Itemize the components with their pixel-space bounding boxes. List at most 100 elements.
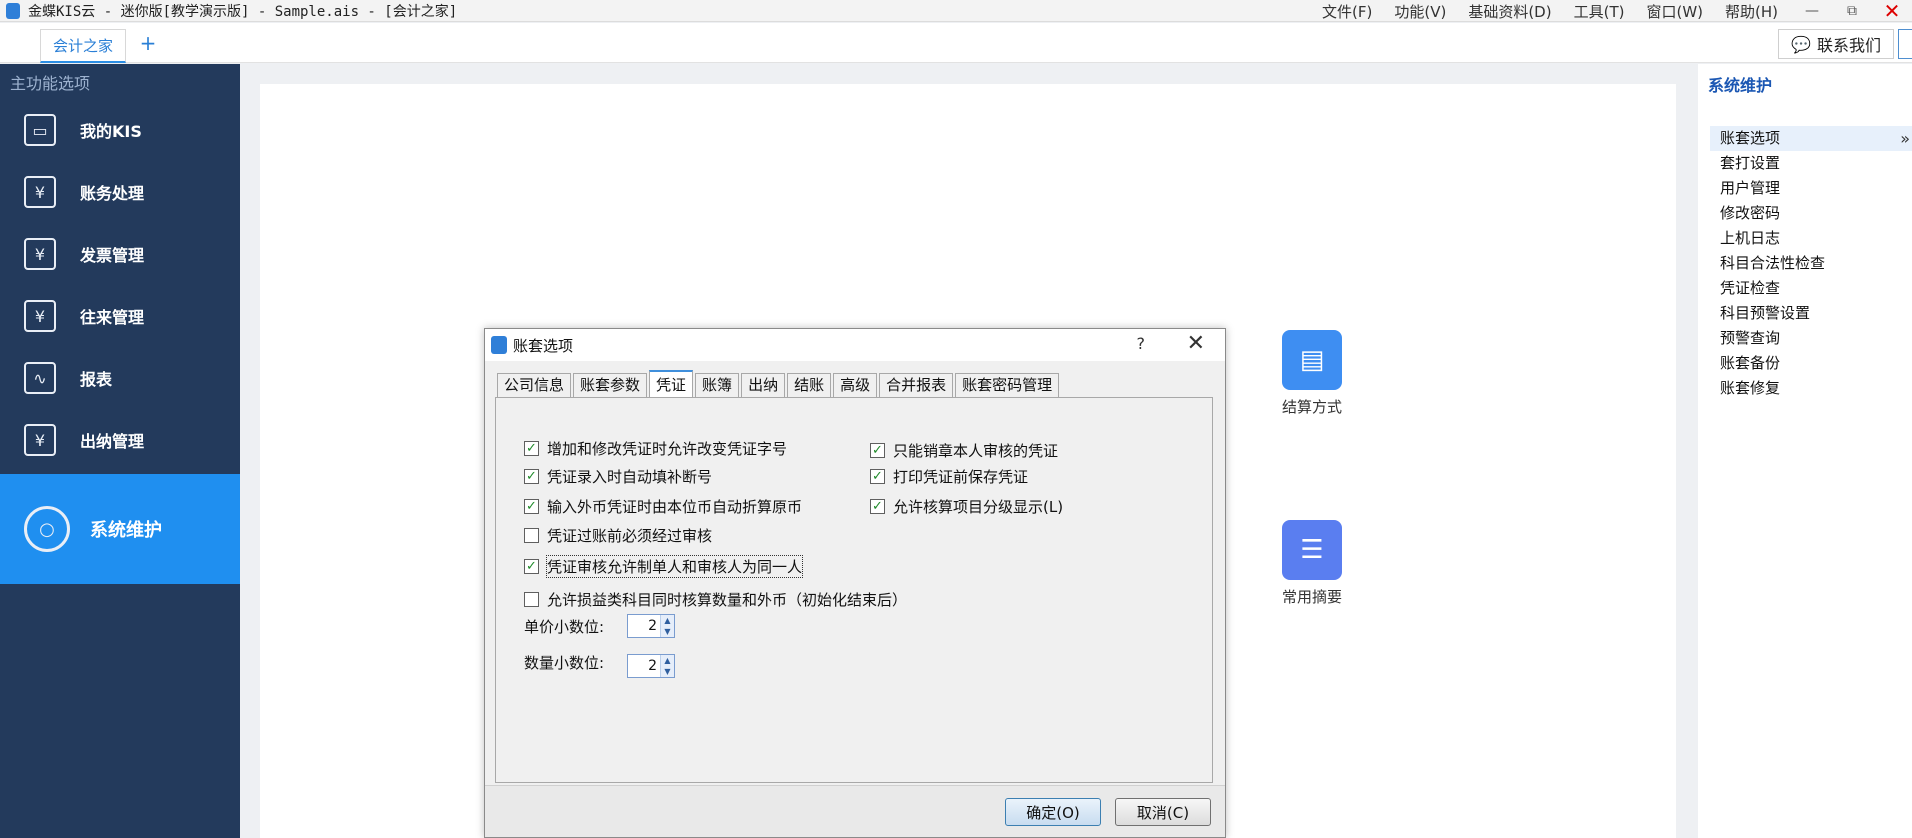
minimize-icon[interactable]: — xyxy=(1792,3,1832,19)
profit-loss-quantity-currency-checkbox[interactable]: 允许损益类科目同时核算数量和外币（初始化结束后） xyxy=(524,589,907,610)
sidebar-item-label: 报表 xyxy=(80,370,113,389)
sidebar-item-invoice[interactable]: ¥ 发票管理 xyxy=(0,224,240,284)
quantity-decimals-stepper[interactable]: 2 ▲ ▼ xyxy=(627,654,675,678)
menu-help[interactable]: 帮助(H) xyxy=(1725,1,1778,22)
tab-advanced[interactable]: 高级 xyxy=(833,373,878,397)
window-controls: — ⧉ ✕ xyxy=(1792,0,1912,23)
task-item-print-template[interactable]: 套打设置 xyxy=(1710,151,1912,176)
menu-tools[interactable]: 工具(T) xyxy=(1574,1,1625,22)
ledger-icon: ¥ xyxy=(24,176,56,208)
sidebar-item-accounting[interactable]: ¥ 账务处理 xyxy=(0,162,240,222)
menu-window[interactable]: 窗口(W) xyxy=(1646,1,1703,22)
tab-account-params[interactable]: 账套参数 xyxy=(573,373,648,397)
sidebar-item-reports[interactable]: ∿ 报表 xyxy=(0,348,240,408)
dialog-title-bar[interactable]: 账套选项 ? ✕ xyxy=(485,329,1225,361)
sidebar-item-label: 出纳管理 xyxy=(80,432,145,451)
tab-company-info[interactable]: 公司信息 xyxy=(497,373,572,397)
same-preparer-auditor-checkbox[interactable]: ✓ 凭证审核允许制单人和审核人为同一人 xyxy=(524,555,804,578)
task-item-account-repair[interactable]: 账套修复 xyxy=(1710,376,1912,401)
panel-title: 系统维护 xyxy=(1708,76,1773,95)
shortcut-label: 常用摘要 xyxy=(1281,588,1342,606)
auto-convert-currency-checkbox[interactable]: ✓ 输入外币凭证时由本位币自动折算原币 xyxy=(524,496,802,517)
shortcut-settlement-method[interactable]: ▤ 结算方式 xyxy=(1262,330,1362,417)
checkbox-box[interactable]: ✓ xyxy=(870,443,885,458)
account-options-dialog: 账套选项 ? ✕ 公司信息 账套参数 凭证 账簿 出纳 结账 高级 合并报表 账… xyxy=(484,328,1226,838)
menu-file[interactable]: 文件(F) xyxy=(1322,1,1372,22)
task-item-account-alert-settings[interactable]: 科目预警设置 xyxy=(1710,301,1912,326)
task-item-change-password[interactable]: 修改密码 xyxy=(1710,201,1912,226)
sidebar-item-system-maintenance[interactable]: ○ 系统维护 xyxy=(0,474,240,584)
tab-consolidated-report[interactable]: 合并报表 xyxy=(879,373,954,397)
shortcut-common-summary[interactable]: ☰ 常用摘要 xyxy=(1262,520,1362,607)
app-logo-icon xyxy=(491,336,507,354)
checkbox-box[interactable]: ✓ xyxy=(524,559,539,574)
sidebar-item-transactions[interactable]: ¥ 往来管理 xyxy=(0,286,240,346)
checkbox-box[interactable]: ✓ xyxy=(870,499,885,514)
restore-icon[interactable]: ⧉ xyxy=(1832,3,1872,19)
right-task-panel: 系统维护 账套选项 » 套打设置 用户管理 修改密码 上机日志 科目合法性检查 … xyxy=(1698,64,1912,838)
task-list: 账套选项 » 套打设置 用户管理 修改密码 上机日志 科目合法性检查 凭证检查 … xyxy=(1710,126,1912,401)
add-tab-icon[interactable]: + xyxy=(138,33,158,53)
panel-toggle-button[interactable] xyxy=(1898,29,1912,59)
contact-us-label: 联系我们 xyxy=(1816,36,1881,55)
task-item-operation-log[interactable]: 上机日志 xyxy=(1710,226,1912,251)
sidebar-item-label: 往来管理 xyxy=(80,308,145,327)
sidebar-item-label: 账务处理 xyxy=(80,184,145,203)
task-item-account-validity-check[interactable]: 科目合法性检查 xyxy=(1710,251,1912,276)
stepper-value: 2 xyxy=(648,658,657,674)
cancel-button[interactable]: 取消(C) xyxy=(1115,798,1211,826)
summary-icon: ☰ xyxy=(1282,520,1342,580)
menu-function[interactable]: 功能(V) xyxy=(1394,1,1446,22)
tab-closing[interactable]: 结账 xyxy=(787,373,832,397)
task-item-account-options[interactable]: 账套选项 » xyxy=(1710,126,1912,151)
menu-bar: 文件(F) 功能(V) 基础资料(D) 工具(T) 窗口(W) 帮助(H) xyxy=(1322,0,1778,22)
tab-voucher[interactable]: 凭证 xyxy=(649,370,694,397)
checkbox-box[interactable]: ✓ xyxy=(524,499,539,514)
checkbox-box[interactable]: ✓ xyxy=(870,469,885,484)
unit-price-decimals-label: 单价小数位: xyxy=(524,618,605,636)
close-window-icon[interactable]: ✕ xyxy=(1872,0,1912,23)
double-chevron-right-icon[interactable]: » xyxy=(1900,126,1910,151)
task-item-voucher-check[interactable]: 凭证检查 xyxy=(1710,276,1912,301)
title-bar: 金蝶KIS云 - 迷你版[教学演示版] - Sample.ais - [会计之家… xyxy=(0,0,1912,23)
stepper-value: 2 xyxy=(648,618,657,634)
close-icon[interactable]: ✕ xyxy=(1187,331,1205,356)
sidebar-item-label: 系统维护 xyxy=(90,520,162,541)
tab-cashier[interactable]: 出纳 xyxy=(741,373,786,397)
shortcut-label: 结算方式 xyxy=(1281,398,1342,416)
dialog-title: 账套选项 xyxy=(513,336,574,355)
report-icon: ∿ xyxy=(24,362,56,394)
require-audit-before-posting-checkbox[interactable]: 凭证过账前必须经过审核 xyxy=(524,525,712,546)
app-logo-icon xyxy=(6,2,20,19)
auto-fill-gap-checkbox[interactable]: ✓ 凭证录入时自动填补断号 xyxy=(524,466,712,487)
checkbox-box[interactable]: ✓ xyxy=(524,441,539,456)
help-icon[interactable]: ? xyxy=(1137,334,1146,353)
unit-price-decimals-stepper[interactable]: 2 ▲ ▼ xyxy=(627,614,675,638)
tab-accounting-home[interactable]: 会计之家 xyxy=(40,29,126,63)
spin-arrows-icon[interactable]: ▲ ▼ xyxy=(660,655,674,677)
window-title: 金蝶KIS云 - 迷你版[教学演示版] - Sample.ais - [会计之家… xyxy=(28,3,458,20)
checkbox-box[interactable] xyxy=(524,592,539,607)
task-item-alert-query[interactable]: 预警查询 xyxy=(1710,326,1912,351)
system-maintenance-icon: ○ xyxy=(24,506,70,552)
ok-button[interactable]: 确定(O) xyxy=(1005,798,1101,826)
checkbox-box[interactable] xyxy=(524,528,539,543)
task-item-user-management[interactable]: 用户管理 xyxy=(1710,176,1912,201)
sidebar-item-label: 发票管理 xyxy=(80,246,145,265)
voucher-tab-panel: ✓ 增加和修改凭证时允许改变凭证字号 ✓ 只能销章本人审核的凭证 ✓ 凭证录入时… xyxy=(495,397,1213,783)
cancel-own-audit-only-checkbox[interactable]: ✓ 只能销章本人审核的凭证 xyxy=(870,440,1058,461)
save-before-print-checkbox[interactable]: ✓ 打印凭证前保存凭证 xyxy=(870,466,1028,487)
spin-arrows-icon[interactable]: ▲ ▼ xyxy=(660,615,674,637)
monitor-icon: ▭ xyxy=(24,114,56,146)
allow-change-voucher-number-checkbox[interactable]: ✓ 增加和修改凭证时允许改变凭证字号 xyxy=(524,438,787,459)
menu-basic-data[interactable]: 基础资料(D) xyxy=(1468,1,1551,22)
sidebar-item-my-kis[interactable]: ▭ 我的KIS xyxy=(0,100,240,160)
task-item-account-backup[interactable]: 账套备份 xyxy=(1710,351,1912,376)
contact-us-button[interactable]: 💬 联系我们 xyxy=(1778,29,1894,59)
tab-ledger[interactable]: 账簿 xyxy=(695,373,740,397)
checkbox-box[interactable]: ✓ xyxy=(524,469,539,484)
hierarchical-display-checkbox[interactable]: ✓ 允许核算项目分级显示(L) xyxy=(870,496,1063,517)
quantity-decimals-label: 数量小数位: xyxy=(524,654,605,672)
tab-password-management[interactable]: 账套密码管理 xyxy=(955,373,1060,397)
sidebar-item-cashier[interactable]: ¥ 出纳管理 xyxy=(0,410,240,470)
